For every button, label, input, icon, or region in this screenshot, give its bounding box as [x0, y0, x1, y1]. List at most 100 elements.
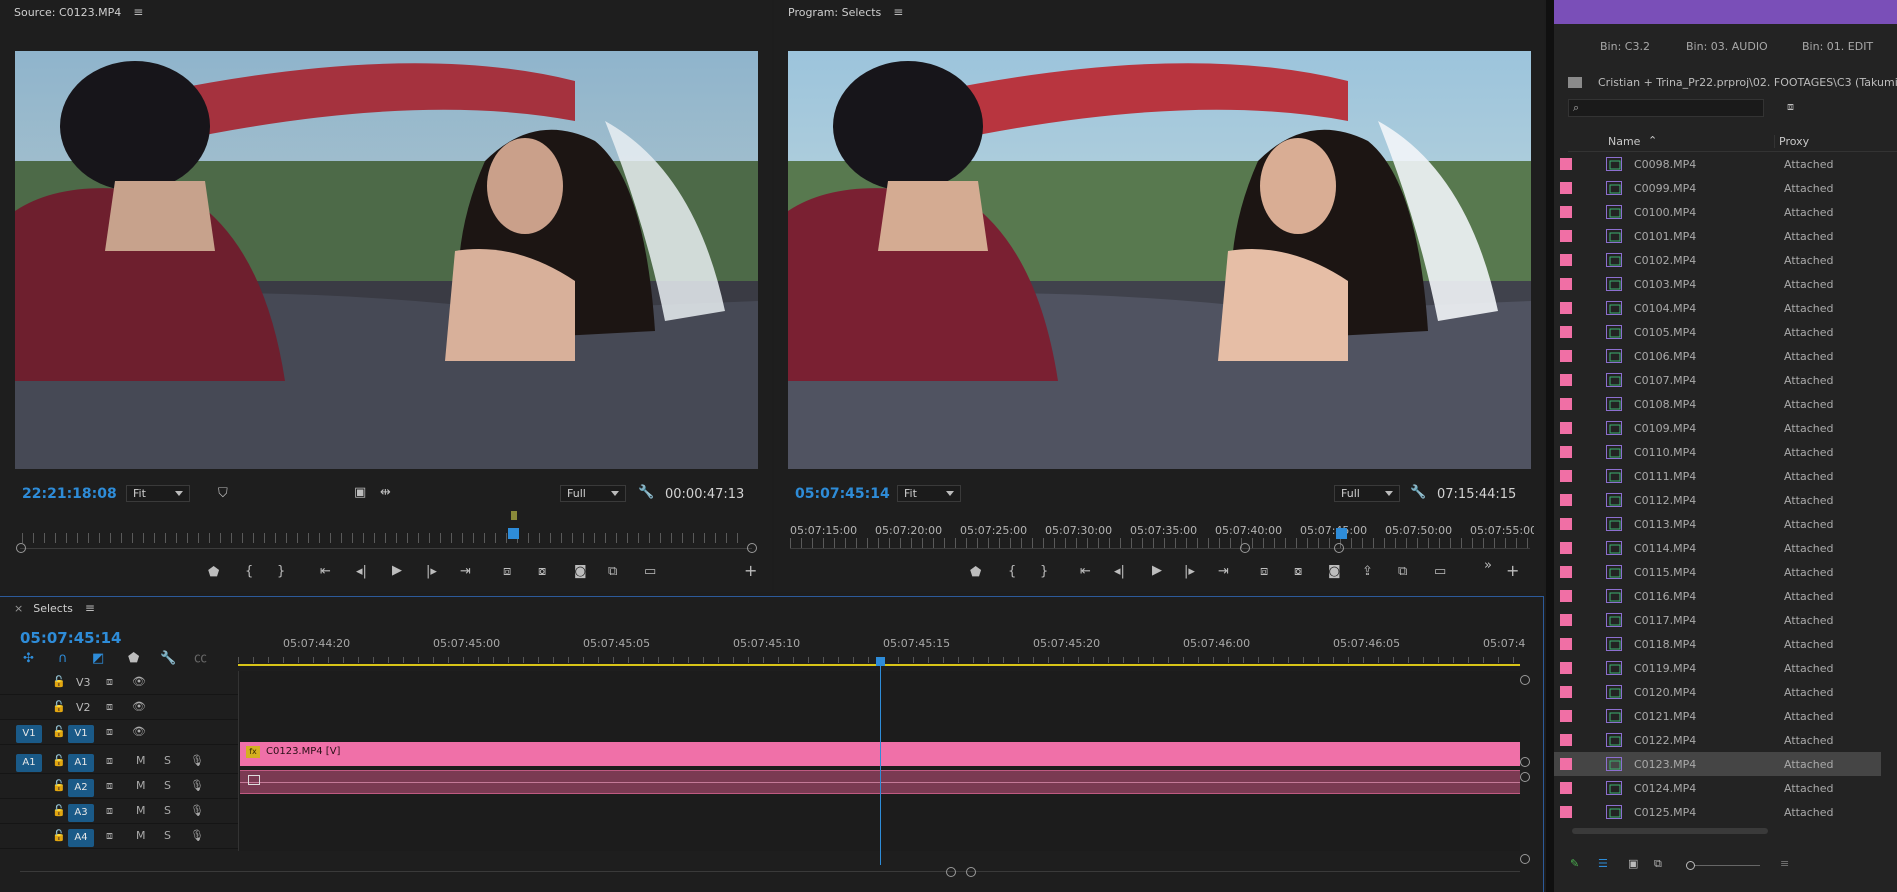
source-playhead-timecode[interactable]: 22:21:18:08 [22, 486, 117, 502]
scroll-handle-icon[interactable] [1334, 543, 1344, 553]
source-resolution-select[interactable]: Full [560, 485, 626, 502]
sync-lock-icon[interactable]: ⧈ [106, 675, 113, 689]
add-marker-icon[interactable]: ⬟ [970, 565, 981, 581]
go-to-in-icon[interactable]: ⇤ [320, 564, 331, 580]
play-icon[interactable]: ▶ [1152, 563, 1162, 579]
bin-list-item[interactable]: C0120.MP4 Attached [1554, 680, 1881, 704]
mark-in-icon[interactable]: { [245, 564, 253, 580]
track-target-a4[interactable]: A4 [68, 829, 94, 847]
panel-menu-icon[interactable]: ≡ [85, 601, 95, 615]
icon-view-icon[interactable]: ▣ [1628, 857, 1638, 870]
source-time-ruler[interactable] [22, 533, 748, 543]
bin-list-item[interactable]: C0118.MP4 Attached [1554, 632, 1881, 656]
bin-list-item[interactable]: C0113.MP4 Attached [1554, 512, 1881, 536]
proxy-column-header[interactable]: Proxy [1774, 135, 1809, 148]
add-marker-icon[interactable]: ⬟ [208, 565, 219, 581]
extract-icon[interactable]: ⧇ [1294, 564, 1302, 580]
timeline-horizontal-scrollbar[interactable] [20, 871, 1520, 872]
nest-icon[interactable]: ✣ [23, 651, 34, 667]
sync-lock-icon[interactable]: ⧈ [106, 725, 113, 739]
zoom-slider[interactable] [1686, 861, 1760, 870]
label-color-swatch[interactable] [1560, 158, 1572, 170]
bin-list-item[interactable]: C0109.MP4 Attached [1554, 416, 1881, 440]
label-color-swatch[interactable] [1560, 710, 1572, 722]
captions-icon[interactable]: ㏄ [194, 651, 207, 667]
overwrite-icon[interactable]: ⧇ [538, 564, 546, 580]
scroll-handle-icon[interactable] [1520, 757, 1530, 767]
label-color-swatch[interactable] [1560, 374, 1572, 386]
sync-lock-icon[interactable]: ⧈ [106, 779, 113, 793]
panel-divider[interactable] [1546, 0, 1554, 892]
bin-list-item[interactable]: C0099.MP4 Attached [1554, 176, 1881, 200]
sort-icons-icon[interactable]: ≡ [1780, 857, 1789, 870]
bin-list-item[interactable]: C0108.MP4 Attached [1554, 392, 1881, 416]
name-column-header[interactable]: Name [1608, 135, 1640, 148]
solo-button[interactable]: S [164, 804, 171, 817]
sync-lock-icon[interactable]: ⧈ [106, 700, 113, 714]
drag-video-icon[interactable]: ⇹ [380, 485, 391, 501]
microphone-icon[interactable]: 🎙 [190, 829, 204, 842]
bin-list-item[interactable]: C0123.MP4 Attached [1554, 752, 1881, 776]
source-zoom-scrollbar[interactable] [20, 548, 752, 549]
bin-list-item[interactable]: C0121.MP4 Attached [1554, 704, 1881, 728]
bin-tab[interactable]: Bin: C3.2 [1600, 40, 1650, 53]
label-color-swatch[interactable] [1560, 734, 1572, 746]
program-zoom-select[interactable]: Fit [897, 485, 961, 502]
scroll-handle-icon[interactable] [747, 543, 757, 553]
label-color-swatch[interactable] [1560, 446, 1572, 458]
label-color-swatch[interactable] [1560, 566, 1572, 578]
mute-button[interactable]: M [136, 754, 146, 767]
wrench-icon[interactable]: 🔧 [1410, 485, 1426, 501]
comparison-view-icon[interactable]: ▭ [1434, 564, 1446, 580]
label-color-swatch[interactable] [1560, 278, 1572, 290]
label-color-swatch[interactable] [1560, 542, 1572, 554]
microphone-icon[interactable]: 🎙 [190, 804, 204, 817]
sync-lock-icon[interactable]: ⧈ [106, 829, 113, 843]
source-monitor-header[interactable]: Source: C0123.MP4 ≡ [0, 0, 772, 24]
label-color-swatch[interactable] [1560, 254, 1572, 266]
mute-button[interactable]: M [136, 779, 146, 792]
mute-button[interactable]: M [136, 804, 146, 817]
go-to-out-icon[interactable]: ⇥ [460, 564, 471, 580]
microphone-icon[interactable]: 🎙 [190, 779, 204, 792]
add-button-icon[interactable]: + [1506, 563, 1519, 579]
add-marker-icon[interactable]: ⬟ [128, 651, 139, 667]
timeline-playhead-handle[interactable] [876, 657, 885, 666]
bin-list-item[interactable]: C0119.MP4 Attached [1554, 656, 1881, 680]
label-color-swatch[interactable] [1560, 614, 1572, 626]
label-color-swatch[interactable] [1560, 758, 1572, 770]
program-playhead[interactable] [1336, 528, 1347, 539]
eye-icon[interactable]: 👁 [132, 725, 146, 738]
go-to-in-icon[interactable]: ⇤ [1080, 564, 1091, 580]
label-color-swatch[interactable] [1560, 302, 1572, 314]
wrench-icon[interactable]: 🔧 [638, 485, 654, 501]
step-forward-icon[interactable]: |▸ [1184, 564, 1195, 580]
linked-selection-icon[interactable]: ◩ [92, 651, 104, 667]
bin-horizontal-scrollbar[interactable] [1572, 828, 1768, 834]
track-target-v1[interactable]: V1 [68, 725, 94, 743]
more-icon[interactable]: » [1484, 558, 1492, 574]
mark-out-icon[interactable]: } [277, 564, 285, 580]
bin-list-item[interactable]: C0100.MP4 Attached [1554, 200, 1881, 224]
shield-icon[interactable]: ⛉ [218, 486, 228, 502]
panel-menu-icon[interactable]: ≡ [893, 5, 903, 19]
bin-list-item[interactable]: C0111.MP4 Attached [1554, 464, 1881, 488]
label-color-swatch[interactable] [1560, 182, 1572, 194]
label-color-swatch[interactable] [1560, 590, 1572, 602]
program-playhead-timecode[interactable]: 05:07:45:14 [795, 486, 890, 502]
lock-icon[interactable]: 🔓 [52, 754, 66, 767]
bin-list-item[interactable]: C0115.MP4 Attached [1554, 560, 1881, 584]
bin-list-item[interactable]: C0110.MP4 Attached [1554, 440, 1881, 464]
program-monitor-header[interactable]: Program: Selects ≡ [774, 0, 1544, 24]
mute-button[interactable]: M [136, 829, 146, 842]
label-color-swatch[interactable] [1560, 494, 1572, 506]
bin-list-item[interactable]: C0117.MP4 Attached [1554, 608, 1881, 632]
freeform-view-icon[interactable]: ⧉ [1654, 857, 1662, 871]
lock-icon[interactable]: 🔓 [52, 675, 66, 688]
slider-handle[interactable] [1686, 861, 1695, 870]
label-color-swatch[interactable] [1560, 230, 1572, 242]
eye-icon[interactable]: 👁 [132, 675, 146, 688]
bin-list-item[interactable]: C0114.MP4 Attached [1554, 536, 1881, 560]
play-icon[interactable]: ▶ [392, 563, 402, 579]
label-color-swatch[interactable] [1560, 326, 1572, 338]
